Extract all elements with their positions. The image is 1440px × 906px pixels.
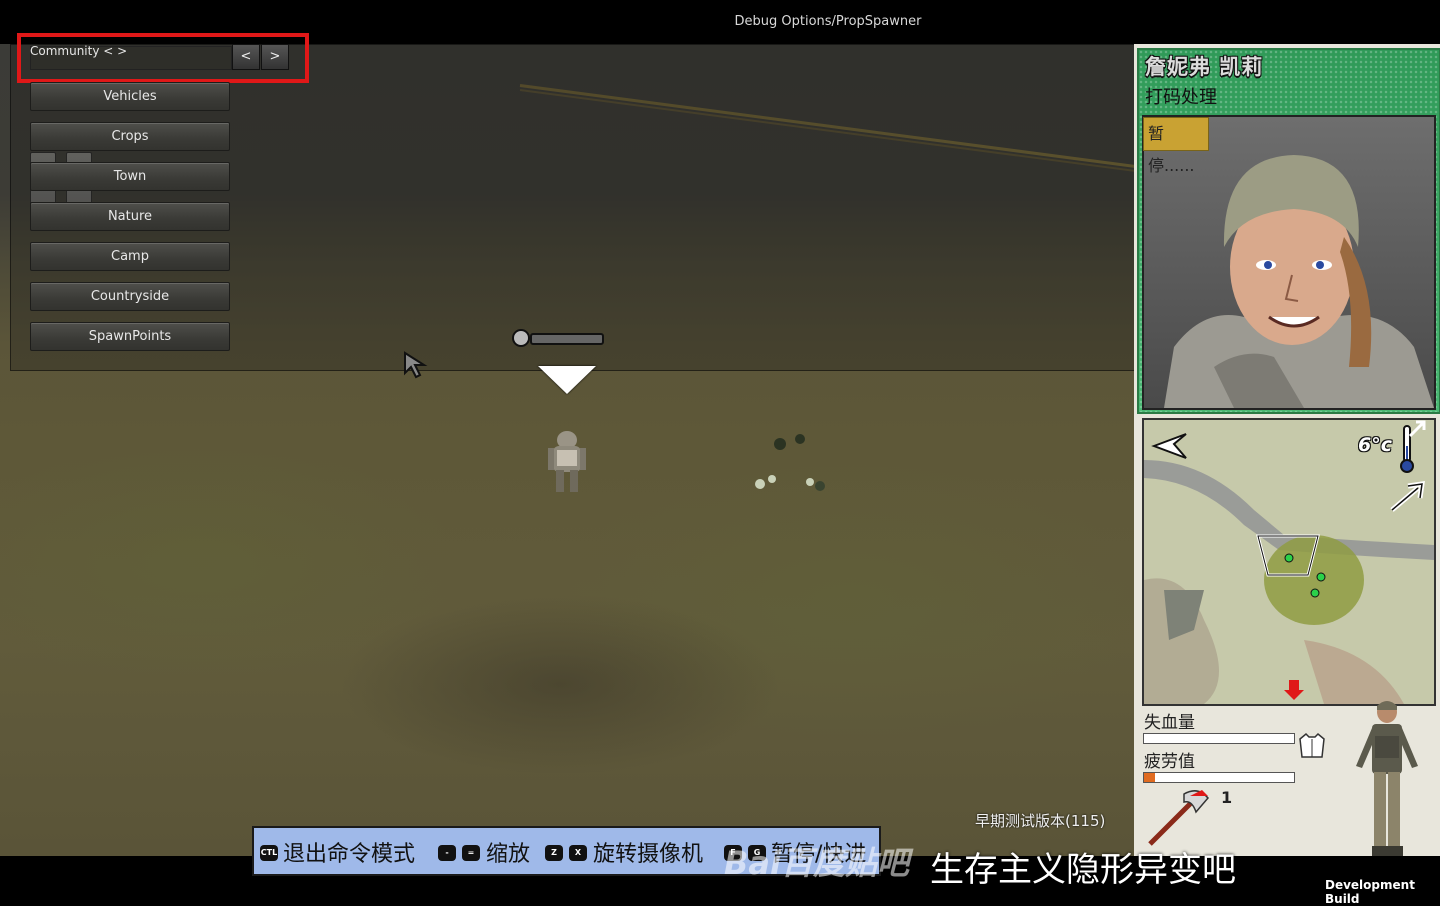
zoom-slider[interactable] bbox=[530, 333, 604, 345]
countryside-button[interactable]: Countryside bbox=[30, 282, 230, 311]
x-key-icon: X bbox=[569, 845, 587, 861]
mouse-cursor-icon bbox=[404, 351, 428, 379]
camp-button[interactable]: Camp bbox=[30, 242, 230, 271]
ctrl-key-icon: CTL bbox=[260, 845, 278, 861]
fire-axe-icon[interactable] bbox=[1146, 788, 1216, 848]
town-button[interactable]: Town bbox=[30, 162, 230, 191]
minimap[interactable] bbox=[1142, 418, 1436, 706]
expand-map-icon[interactable] bbox=[1406, 416, 1430, 440]
equals-key-icon: = bbox=[462, 845, 480, 861]
minus-key-icon: - bbox=[438, 845, 456, 861]
window-title: Debug Options/PropSpawner bbox=[734, 14, 922, 29]
zoom-hint: 缩放 bbox=[486, 842, 531, 867]
blood-loss-label: 失血量 bbox=[1144, 713, 1195, 733]
paused-badge: 暂停...... bbox=[1143, 117, 1209, 175]
spawnpoints-button[interactable]: SpawnPoints bbox=[30, 322, 230, 351]
baidu-tieba-watermark-logo: Bai百度贴吧 bbox=[724, 844, 909, 882]
vehicles-button[interactable]: Vehicles bbox=[30, 82, 230, 111]
watermark-text: 生存主义隐形异变吧 bbox=[930, 850, 1236, 890]
fatigue-bar bbox=[1143, 772, 1295, 783]
temperature-readout: 6°c bbox=[1358, 434, 1392, 456]
fatigue-bar-fill bbox=[1144, 773, 1155, 782]
rotate-camera-hint: 旋转摄像机 bbox=[593, 842, 704, 867]
nature-button[interactable]: Nature bbox=[30, 202, 230, 231]
version-label: 早期测试版本(115) bbox=[975, 812, 1106, 830]
z-key-icon: Z bbox=[545, 845, 563, 861]
highlight-annotation-box bbox=[17, 33, 309, 83]
character-status: 打码处理 bbox=[1145, 87, 1217, 108]
zoom-slider-knob[interactable] bbox=[512, 329, 530, 347]
camera-pointer-arrow-icon[interactable] bbox=[1388, 480, 1432, 514]
exit-command-mode-hint: 退出命令模式 bbox=[283, 842, 416, 867]
vest-icon[interactable] bbox=[1298, 731, 1326, 759]
character-figure[interactable] bbox=[1348, 696, 1426, 860]
player-character[interactable] bbox=[546, 426, 588, 496]
character-name: 詹妮弗 凯莉 bbox=[1145, 55, 1264, 79]
crops-button[interactable]: Crops bbox=[30, 122, 230, 151]
blood-loss-bar bbox=[1143, 733, 1295, 744]
weapon-count: 1 bbox=[1221, 788, 1233, 807]
development-build-label: Development Build bbox=[1325, 878, 1415, 906]
fatigue-label: 疲劳值 bbox=[1144, 752, 1195, 772]
ground-plants bbox=[755, 434, 825, 491]
camera-direction-triangle-icon bbox=[538, 366, 596, 394]
